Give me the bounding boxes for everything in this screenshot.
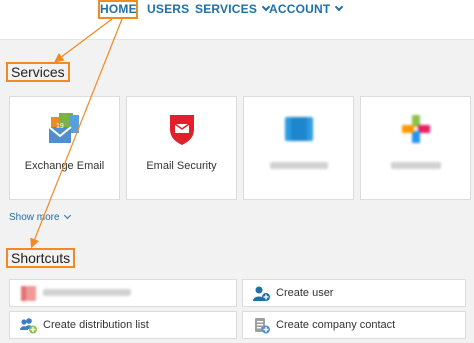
shortcut-label: Create user: [276, 287, 334, 299]
shortcut-blurred[interactable]: [9, 279, 237, 307]
shortcut-label: Create distribution list: [43, 319, 149, 331]
add-user-icon: [253, 286, 270, 301]
service-card-label: Email Security: [146, 160, 217, 172]
top-navigation: HOME USERS SERVICES ACCOUNT: [0, 0, 474, 40]
shortcut-create-company-contact[interactable]: Create company contact: [242, 311, 466, 339]
service-card-email-security[interactable]: Email Security: [126, 96, 237, 200]
service-card-exchange-email[interactable]: 19 Exchange Email: [9, 96, 120, 200]
nav-services[interactable]: SERVICES: [195, 0, 271, 19]
blurred-service-icon: [284, 117, 313, 141]
services-heading: Services: [6, 62, 70, 82]
chevron-down-icon: [335, 2, 344, 12]
nav-users[interactable]: USERS: [147, 0, 189, 19]
shortcut-label-blurred: [43, 280, 131, 306]
service-card-label-blurred: [244, 160, 353, 172]
nav-services-label: SERVICES: [195, 2, 258, 16]
service-card-label-blurred: [361, 160, 470, 172]
shortcut-label: Create company contact: [276, 319, 396, 331]
shortcuts-heading: Shortcuts: [6, 248, 76, 268]
service-card-label: Exchange Email: [24, 160, 105, 172]
add-contact-icon: [255, 318, 270, 334]
nav-account[interactable]: ACCOUNT: [269, 0, 344, 19]
blurred-colorful-app-icon: [401, 115, 430, 143]
nav-home[interactable]: HOME: [98, 0, 138, 19]
nav-account-label: ACCOUNT: [269, 2, 331, 16]
svg-text:19: 19: [56, 123, 64, 130]
service-card-blurred-2[interactable]: [360, 96, 471, 200]
blurred-text: [390, 162, 441, 169]
show-more-label: Show more: [9, 212, 60, 223]
blurred-text: [43, 289, 131, 296]
email-security-shield-icon: [169, 115, 194, 145]
service-card-blurred-1[interactable]: [243, 96, 354, 200]
blurred-red-icon: [21, 286, 36, 301]
shortcut-create-user[interactable]: Create user: [242, 279, 466, 307]
exchange-email-icon: 19: [47, 113, 79, 143]
add-distribution-list-icon: [20, 318, 37, 334]
chevron-down-icon: [63, 211, 71, 220]
shortcut-create-distribution-list[interactable]: Create distribution list: [9, 311, 237, 339]
blurred-text: [269, 162, 328, 169]
show-more-link[interactable]: Show more: [9, 211, 71, 223]
